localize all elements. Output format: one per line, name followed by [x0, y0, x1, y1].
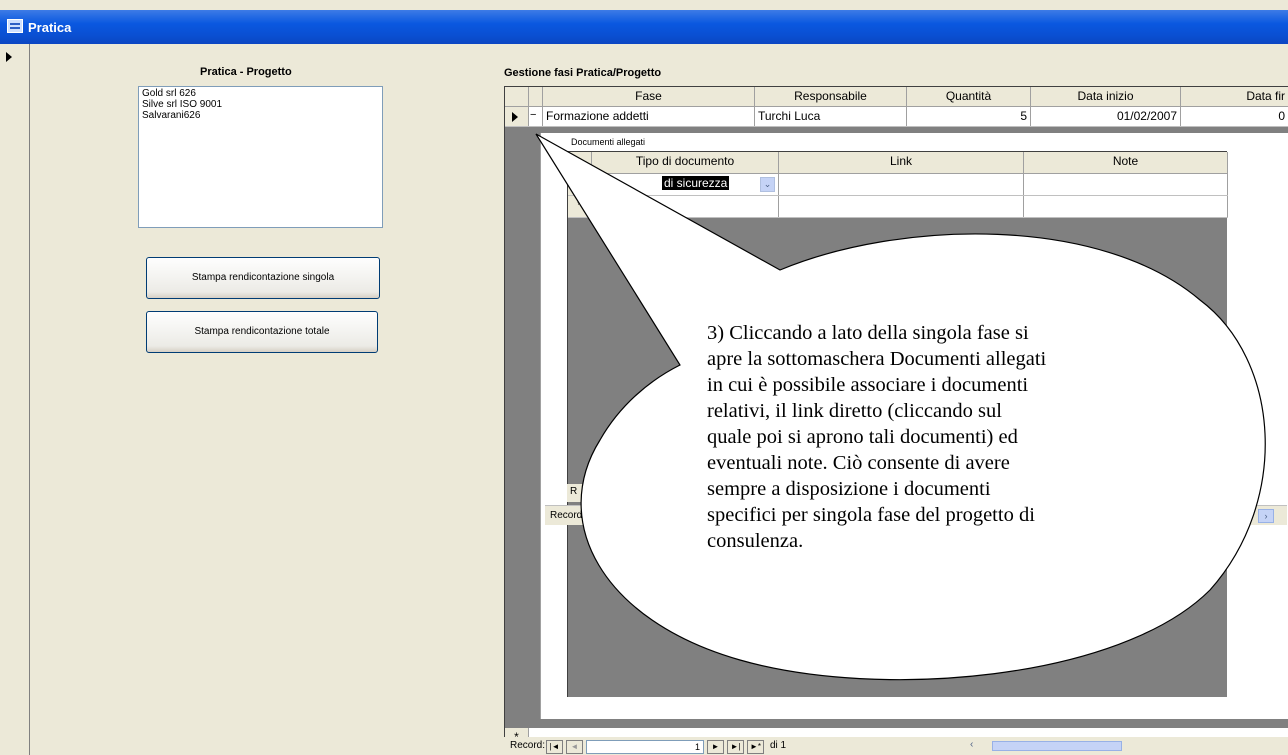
- callout-line: 3) Cliccando a lato della singola fase s…: [707, 322, 1029, 344]
- callout-line: quale poi si aprono tali documenti) ed: [707, 426, 1018, 448]
- callout-line: sempre a disposizione i documenti: [707, 478, 991, 500]
- callout-line: relativi, il link diretto (cliccando sul: [707, 400, 1002, 422]
- callout-line: in cui è possibile associare i documenti: [707, 374, 1029, 396]
- callout-line: specifici per singola fase del progetto …: [707, 504, 1035, 526]
- callout-text: 3) Cliccando a lato della singola fase s…: [707, 320, 1167, 554]
- callout-line: consulenza.: [707, 530, 804, 552]
- callout-line: apre la sottomaschera Documenti allegati: [707, 348, 1047, 370]
- callout-line: eventuali note. Ciò consente di avere: [707, 452, 1010, 474]
